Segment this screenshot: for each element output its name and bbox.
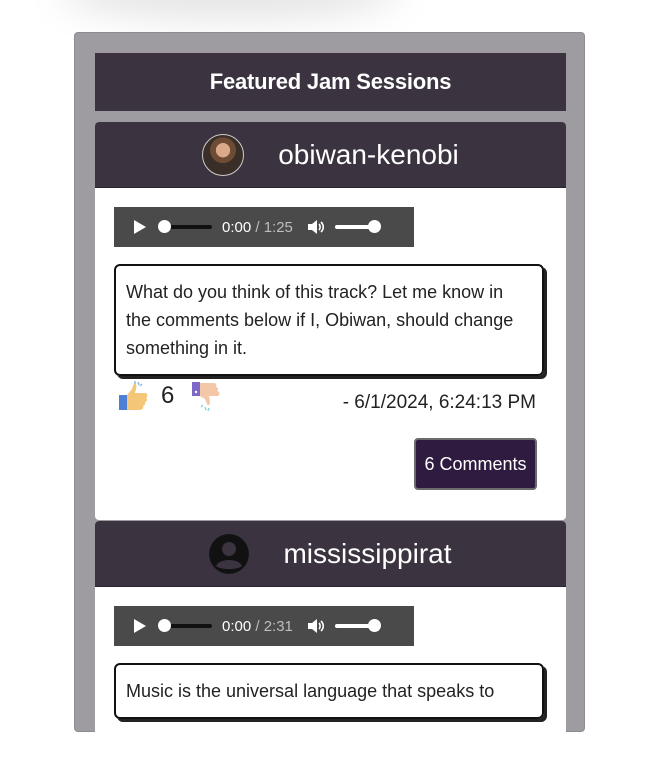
volume-icon[interactable] — [307, 219, 325, 235]
time-display: 0:00 / 2:31 — [222, 617, 293, 635]
seek-slider[interactable] — [158, 220, 212, 233]
username[interactable]: mississippirat — [283, 538, 451, 570]
seek-slider[interactable] — [158, 619, 212, 632]
play-icon[interactable] — [134, 619, 146, 633]
reactions: 6 — [117, 380, 222, 412]
volume-slider[interactable] — [334, 220, 381, 233]
username[interactable]: obiwan-kenobi — [278, 139, 459, 171]
featured-panel: Featured Jam Sessions obiwan-kenobi 0:00… — [74, 32, 585, 781]
thumbs-up-icon[interactable] — [117, 380, 149, 412]
card-header: mississippirat — [95, 521, 566, 587]
card-header: obiwan-kenobi — [95, 122, 566, 188]
audio-player[interactable]: 0:00 / 1:25 — [114, 207, 414, 247]
jam-session-card: obiwan-kenobi 0:00 / 1:25 What do you th… — [95, 122, 566, 520]
post-comment: What do you think of this track? Let me … — [114, 264, 544, 376]
like-count: 6 — [161, 382, 175, 409]
user-avatar-icon[interactable] — [209, 533, 250, 574]
post-date: - 6/1/2024, 6:24:13 PM — [342, 392, 536, 413]
post-comment: Music is the universal language that spe… — [114, 663, 544, 719]
play-icon[interactable] — [134, 220, 146, 234]
avatar[interactable] — [202, 133, 245, 176]
audio-player[interactable]: 0:00 / 2:31 — [114, 606, 414, 646]
time-display: 0:00 / 1:25 — [222, 218, 293, 236]
comments-button[interactable]: 6 Comments — [414, 438, 537, 490]
jam-session-card: mississippirat 0:00 / 2:31 Music is the … — [95, 521, 566, 781]
thumbs-down-icon[interactable] — [190, 380, 222, 412]
background-shadow — [60, 0, 400, 20]
panel-title: Featured Jam Sessions — [95, 53, 566, 111]
volume-slider[interactable] — [334, 619, 381, 632]
volume-icon[interactable] — [307, 618, 325, 634]
